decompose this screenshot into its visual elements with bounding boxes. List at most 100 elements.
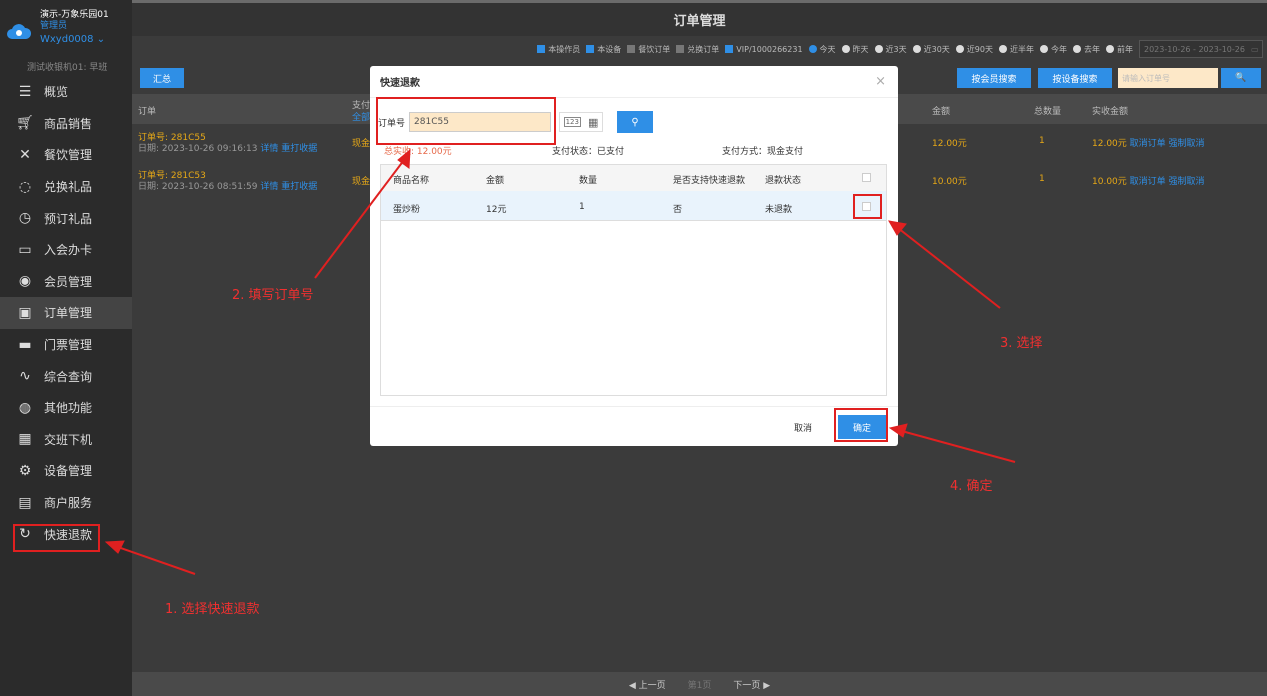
pay-status: 支付状态：已支付 [552, 147, 625, 157]
close-icon[interactable]: × [875, 74, 886, 89]
gear-icon: ⚙ [18, 462, 32, 479]
numpad-icon: 123 [563, 117, 581, 127]
cancel-order-link[interactable]: 取消订单 [1130, 177, 1166, 187]
store-name: 演示-万象乐园01 [40, 10, 109, 20]
annotation-step4: 4. 确定 [950, 479, 993, 494]
user-account-dropdown[interactable]: Wxyd0008 ⌄ [40, 32, 109, 48]
range-today[interactable]: 今天 [808, 44, 836, 55]
highlight-quick-refund [13, 524, 100, 552]
page-title: 订单管理 [132, 0, 1267, 36]
refund-items-table: 商品名称 金额 数量 是否支持快速退款 退款状态 蛋炒粉 12元 1 否 未退款 [380, 164, 887, 396]
cancel-button[interactable]: 取消 [794, 421, 812, 434]
annotation-step1: 1. 选择快速退款 [165, 602, 260, 617]
device-search-button[interactable]: 按设备搜索 [1038, 68, 1112, 88]
radio-icon [841, 45, 850, 53]
reprint-link[interactable]: 重打收据 [281, 144, 317, 154]
document-icon: ▤ [18, 494, 32, 511]
radio-icon [955, 45, 964, 53]
sidebar-item-merchant[interactable]: ▤ 商户服务 [0, 487, 132, 519]
col-qty: 总数量 [1034, 107, 1062, 117]
range-90days[interactable]: 近90天 [955, 44, 993, 55]
col-pay-filter[interactable]: 全部 [352, 110, 370, 123]
annotation-step3: 3. 选择 [1000, 336, 1043, 351]
filter-redeem-orders[interactable]: 兑换订单 [676, 44, 719, 55]
sidebar: 演示-万象乐园01 管理员 Wxyd0008 ⌄ 测试收银机01: 早班 ☰ 概览… [0, 0, 132, 696]
sidebar-item-redeem-gift[interactable]: ◌ 兑换礼品 [0, 171, 132, 203]
keyboard-icon: ▦ [588, 115, 599, 129]
range-half-year[interactable]: 近半年 [999, 44, 1034, 55]
clock-icon: ◷ [18, 210, 32, 227]
radio-icon [808, 45, 817, 53]
radio-icon [1040, 45, 1048, 53]
checkbox-icon [586, 45, 595, 53]
col-amount: 金额 [932, 107, 951, 117]
filter-own-operator[interactable]: 本操作员 [537, 44, 580, 55]
annotation-step2: 2. 填写订单号 [232, 288, 314, 303]
radio-icon [1073, 45, 1081, 53]
keyboard-toggle[interactable]: 123 ▦ [559, 112, 604, 132]
filter-vip[interactable]: VIP/1000266231 [725, 45, 803, 54]
dialog-footer: 取消 确定 [370, 406, 898, 446]
summary-button[interactable]: 汇总 [140, 68, 184, 88]
current-page: 第1页 [687, 680, 712, 691]
next-page-button[interactable]: 下一页 ▶ [733, 678, 770, 691]
detail-link[interactable]: 详情 [260, 144, 278, 154]
range-this-year[interactable]: 今年 [1040, 44, 1067, 55]
force-cancel-link[interactable]: 强制取消 [1169, 139, 1205, 149]
register-shift: 测试收银机01: 早班 [27, 63, 108, 73]
sidebar-item-query[interactable]: ∿ 综合查询 [0, 360, 132, 392]
highlight-item-checkbox [853, 194, 882, 219]
sidebar-item-other[interactable]: ◍ 其他功能 [0, 392, 132, 424]
col-real: 实收金额 [1092, 107, 1129, 117]
filter-catering-orders[interactable]: 餐饮订单 [627, 44, 670, 55]
range-year-before[interactable]: 前年 [1106, 44, 1133, 55]
sidebar-item-overview[interactable]: ☰ 概览 [0, 76, 132, 108]
range-last-year[interactable]: 去年 [1073, 44, 1100, 55]
radio-icon [912, 45, 921, 53]
pagination: ◀ 上一页 第1页 下一页 ▶ [132, 672, 1267, 696]
radio-icon [999, 45, 1007, 53]
calculator-icon: ▦ [18, 431, 32, 448]
highlight-order-input [376, 97, 556, 145]
checkbox-icon [725, 45, 734, 53]
select-all-checkbox[interactable] [862, 173, 871, 182]
range-yesterday[interactable]: 昨天 [841, 44, 869, 55]
items-table-header: 商品名称 金额 数量 是否支持快速退款 退款状态 [381, 165, 886, 191]
dialog-title: 快速退款 × [370, 66, 898, 98]
user-icon: ◉ [18, 273, 32, 290]
sidebar-item-devices[interactable]: ⚙ 设备管理 [0, 455, 132, 487]
sidebar-item-shift-end[interactable]: ▦ 交班下机 [0, 424, 132, 456]
sidebar-item-sales[interactable]: 🛒︎ 商品销售 [0, 108, 132, 140]
sidebar-item-members[interactable]: ◉ 会员管理 [0, 266, 132, 298]
range-3days[interactable]: 近3天 [874, 44, 907, 55]
col-order: 订单 [138, 107, 157, 117]
filter-own-device[interactable]: 本设备 [586, 44, 621, 55]
total-received: 总实收: 12.00元 [384, 147, 452, 157]
order-search-button[interactable]: ⚲ [617, 111, 654, 133]
detail-link[interactable]: 详情 [260, 182, 278, 192]
force-cancel-link[interactable]: 强制取消 [1169, 177, 1205, 187]
card-icon: ▭ [18, 241, 32, 258]
ticket-icon: ▬ [18, 336, 32, 353]
sidebar-item-reserve-gift[interactable]: ◷ 预订礼品 [0, 202, 132, 234]
filter-bar: 本操作员 本设备 餐饮订单 兑换订单 VIP/1000266231 今天 昨天 … [132, 36, 1267, 62]
member-search-button[interactable]: 按会员搜索 [957, 68, 1031, 88]
utensils-icon: ✕ [19, 146, 31, 163]
order-search-input[interactable]: 请输入订单号 [1118, 68, 1218, 88]
calendar-icon: ▭ [1250, 44, 1259, 54]
checkbox-icon [627, 45, 636, 53]
reprint-link[interactable]: 重打收据 [281, 182, 317, 192]
range-30days[interactable]: 近30天 [912, 44, 950, 55]
prev-page-button[interactable]: ◀ 上一页 [629, 678, 666, 691]
radio-icon [874, 45, 883, 53]
date-range-input[interactable]: 2023-10-26 - 2023-10-26 ▭ [1139, 40, 1263, 58]
sidebar-item-orders[interactable]: ▣ 订单管理 [0, 297, 132, 329]
sidebar-item-membership-card[interactable]: ▭ 入会办卡 [0, 234, 132, 266]
sidebar-item-tickets[interactable]: ▬ 门票管理 [0, 329, 132, 361]
cancel-order-link[interactable]: 取消订单 [1130, 139, 1166, 149]
search-icon: ⚲ [631, 116, 639, 128]
search-icon[interactable]: 🔍 [1221, 68, 1261, 88]
checkbox-icon [676, 45, 685, 53]
sidebar-item-catering[interactable]: ✕ 餐饮管理 [0, 139, 132, 171]
pay-method: 支付方式：现金支付 [722, 147, 804, 157]
